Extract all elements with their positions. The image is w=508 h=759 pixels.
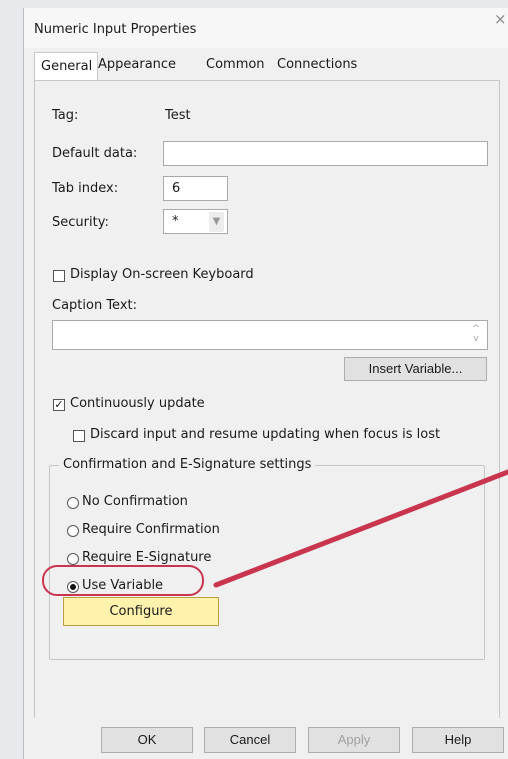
ok-button[interactable]: OK xyxy=(101,727,193,753)
discard-input-checkbox[interactable] xyxy=(73,430,85,442)
cancel-button[interactable]: Cancel xyxy=(204,727,296,753)
security-label: Security: xyxy=(52,215,109,230)
display-keyboard-checkbox[interactable] xyxy=(53,270,65,282)
discard-input-label: Discard input and resume updating when f… xyxy=(90,427,441,442)
close-icon[interactable]: × xyxy=(494,10,507,28)
configure-button[interactable]: Configure xyxy=(63,597,219,626)
insert-variable-button[interactable]: Insert Variable... xyxy=(344,357,487,381)
continuously-update-checkbox[interactable]: ✓ xyxy=(53,399,65,411)
checkmark-icon: ✓ xyxy=(54,398,64,411)
no-confirmation-label: No Confirmation xyxy=(82,494,188,509)
display-keyboard-label: Display On-screen Keyboard xyxy=(70,267,254,282)
tab-general[interactable]: General xyxy=(34,52,99,80)
chevron-down-icon[interactable]: ▼ xyxy=(209,212,224,232)
tab-index-input[interactable]: 6 xyxy=(163,176,228,201)
dialog-footer: OK Cancel Apply Help xyxy=(24,718,508,759)
require-confirmation-radio[interactable] xyxy=(67,525,79,537)
title-bar: Numeric Input Properties × xyxy=(24,8,508,48)
tab-appearance[interactable]: Appearance xyxy=(98,57,176,72)
use-variable-highlight-ellipse xyxy=(42,565,204,596)
caption-text-label: Caption Text: xyxy=(52,298,138,313)
tag-label: Tag: xyxy=(52,108,79,123)
apply-button[interactable]: Apply xyxy=(308,727,400,753)
tag-value: Test xyxy=(165,108,191,123)
caption-text-input[interactable]: ^ v xyxy=(52,320,488,350)
help-button[interactable]: Help xyxy=(412,727,504,753)
tab-index-label: Tab index: xyxy=(52,181,119,196)
require-confirmation-label: Require Confirmation xyxy=(82,522,220,537)
security-select[interactable]: * ▼ xyxy=(163,209,228,234)
spinner-arrows-icon[interactable]: ^ v xyxy=(471,324,481,344)
tab-common[interactable]: Common xyxy=(206,57,265,72)
dialog-title: Numeric Input Properties xyxy=(34,22,197,37)
require-esignature-radio[interactable] xyxy=(67,553,79,565)
continuously-update-label: Continuously update xyxy=(70,396,205,411)
no-confirmation-radio[interactable] xyxy=(67,497,79,509)
require-esignature-label: Require E-Signature xyxy=(82,550,212,565)
security-value: * xyxy=(172,214,179,229)
tab-strip: General Appearance Common Connections xyxy=(24,48,508,81)
confirmation-group-title: Confirmation and E-Signature settings xyxy=(59,457,316,472)
default-data-input[interactable] xyxy=(163,141,488,166)
default-data-label: Default data: xyxy=(52,146,138,161)
numeric-input-properties-dialog: Numeric Input Properties × General Appea… xyxy=(23,8,508,759)
tab-connections[interactable]: Connections xyxy=(277,57,357,72)
